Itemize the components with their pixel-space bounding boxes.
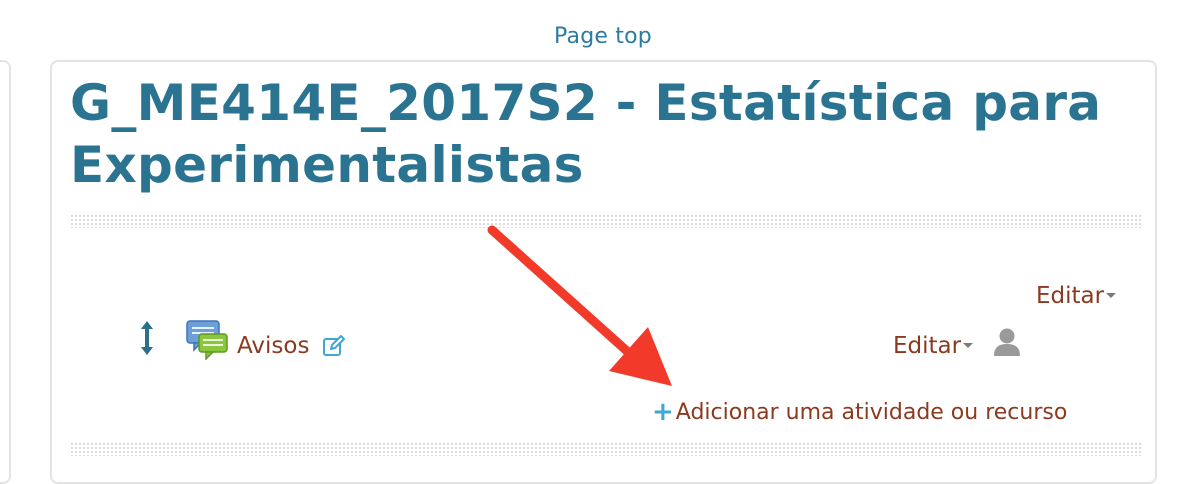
page-top-link[interactable]: Page top — [0, 24, 1190, 49]
section-separator-bottom — [70, 442, 1142, 456]
caret-down-icon — [1106, 292, 1117, 298]
activity-edit-menu[interactable]: Editar — [893, 332, 974, 360]
plus-icon: + — [652, 397, 674, 427]
add-activity-label: Adicionar uma atividade ou recurso — [675, 400, 1068, 425]
course-content-region: G_ME414E_2017S2 - Estatística para Exper… — [50, 60, 1157, 484]
course-title: G_ME414E_2017S2 - Estatística para Exper… — [70, 74, 1102, 194]
left-block-panel — [0, 60, 11, 484]
forum-icon — [186, 320, 228, 360]
section-edit-label: Editar — [1036, 283, 1105, 309]
activity-edit-label: Editar — [893, 333, 962, 359]
user-icon[interactable] — [992, 327, 1022, 357]
add-activity-link[interactable]: +Adicionar uma atividade ou recurso — [652, 398, 1067, 427]
section-edit-menu[interactable]: Editar — [1036, 282, 1117, 310]
section-separator-top — [70, 214, 1142, 228]
caret-down-icon — [963, 342, 974, 348]
pencil-edit-icon[interactable] — [322, 334, 346, 358]
activity-avisos-link[interactable]: Avisos — [237, 332, 309, 360]
move-icon[interactable] — [137, 319, 157, 357]
